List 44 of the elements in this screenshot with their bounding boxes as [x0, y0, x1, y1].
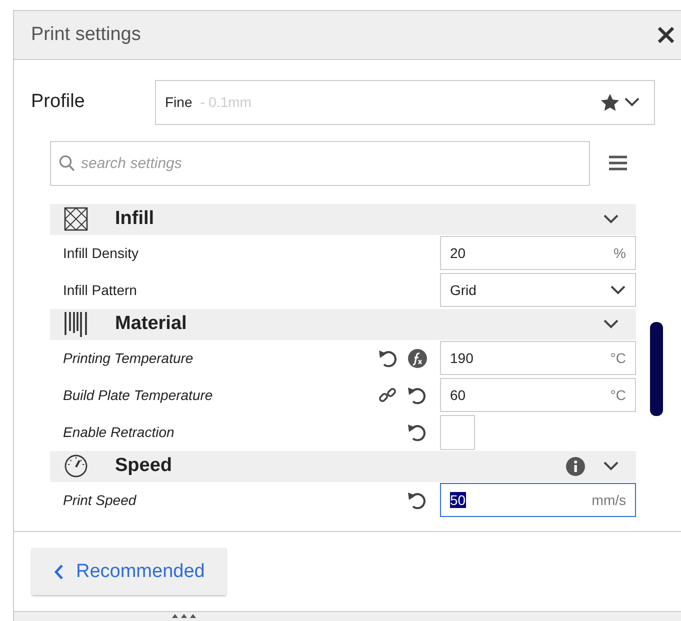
reset-icon[interactable]: [378, 348, 398, 368]
reset-icon[interactable]: [407, 490, 427, 510]
spools-icon: [64, 311, 88, 338]
info-icon[interactable]: [566, 456, 585, 476]
chevron-left-icon: [54, 564, 64, 580]
scrollbar[interactable]: [650, 322, 663, 416]
chevron-down-icon: [610, 285, 626, 296]
setting-label: Enable Retraction: [63, 424, 174, 440]
search-field[interactable]: search settings: [50, 140, 590, 186]
setting-label: Infill Pattern: [63, 282, 137, 298]
setting-label: Printing Temperature: [63, 350, 194, 366]
section-title: Infill: [115, 208, 154, 230]
setting-label: Print Speed: [63, 492, 136, 508]
profile-label: Profile: [30, 91, 86, 114]
value-field[interactable]: 190 °C: [440, 341, 636, 376]
section-header[interactable]: Speed: [50, 450, 636, 482]
formula-icon[interactable]: [408, 348, 427, 368]
chevron-down-icon: [603, 214, 619, 224]
section-header[interactable]: Material: [50, 308, 636, 340]
section-title: Material: [115, 313, 187, 336]
value-field[interactable]: 50 mm/s: [440, 483, 636, 518]
window-title: Print settings: [31, 24, 142, 46]
gauge-icon: [64, 454, 88, 478]
reset-icon[interactable]: [407, 422, 427, 442]
recommended-button[interactable]: Recommended: [32, 548, 226, 596]
chevron-down-icon: [603, 461, 619, 472]
section-title: Speed: [115, 455, 172, 478]
chevron-down-icon: [603, 319, 619, 330]
menu-icon[interactable]: [609, 155, 627, 172]
star-icon[interactable]: [600, 92, 620, 112]
grip-icon[interactable]: [171, 612, 197, 618]
setting-label: Build Plate Temperature: [63, 387, 213, 404]
value-field[interactable]: 20 %: [440, 236, 636, 270]
reset-icon[interactable]: [407, 386, 427, 405]
checkbox[interactable]: [440, 414, 475, 450]
section-header[interactable]: Infill: [50, 204, 636, 235]
search-icon: [59, 154, 75, 172]
link-icon[interactable]: [378, 386, 397, 405]
setting-label: Infill Density: [63, 245, 138, 262]
chevron-down-icon: [624, 97, 640, 108]
grid-pattern-icon: [64, 207, 88, 232]
value-field[interactable]: 60 °C: [440, 378, 636, 412]
pattern-dropdown[interactable]: Grid: [440, 273, 636, 308]
close-icon[interactable]: [657, 26, 675, 44]
